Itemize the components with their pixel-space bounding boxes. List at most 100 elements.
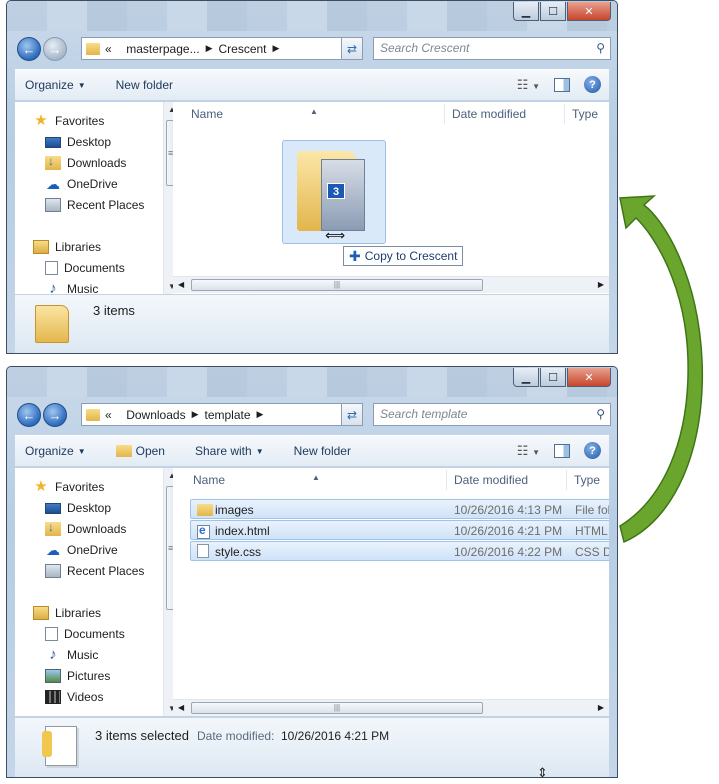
sort-ascending-icon: ▲: [312, 473, 320, 482]
preview-pane-icon[interactable]: [554, 77, 570, 92]
nav-label: OneDrive: [67, 543, 118, 557]
search-icon[interactable]: ⚲: [596, 404, 605, 425]
address-segment[interactable]: Crescent: [219, 42, 267, 56]
scroll-thumb[interactable]: |||: [191, 279, 483, 291]
share-with-button[interactable]: Share with ▼: [195, 444, 264, 458]
maximize-button[interactable]: ☐: [540, 2, 566, 21]
new-folder-button[interactable]: New folder: [294, 444, 351, 458]
forward-button[interactable]: →: [43, 37, 67, 61]
file-row[interactable]: style.css 10/26/2016 4:22 PM CSS Do: [190, 541, 609, 561]
address-segment[interactable]: Downloads: [126, 408, 185, 422]
nav-recent-places[interactable]: Recent Places: [45, 195, 144, 215]
refresh-button[interactable]: ⇄: [341, 37, 363, 60]
minimize-button[interactable]: ▁: [513, 2, 539, 21]
column-type[interactable]: Type: [574, 473, 600, 487]
nav-scrollbar[interactable]: ▲ ▼: [163, 102, 173, 294]
sort-ascending-icon: ▲: [310, 107, 318, 116]
help-icon[interactable]: ?: [584, 76, 601, 93]
search-icon[interactable]: ⚲: [596, 38, 605, 59]
file-row[interactable]: images 10/26/2016 4:13 PM File fold: [190, 499, 609, 519]
scroll-thumb[interactable]: [166, 486, 173, 610]
column-divider[interactable]: [566, 470, 567, 490]
music-icon: ♪: [49, 646, 57, 663]
close-button[interactable]: ✕: [567, 2, 611, 21]
navigation-bar: ← → « Downloads ▶ template ▶ ▼ ⇄ Search …: [15, 401, 611, 429]
open-button[interactable]: Open: [115, 444, 165, 458]
nav-videos[interactable]: Videos: [45, 687, 103, 707]
nav-music[interactable]: ♪ Music: [45, 645, 98, 665]
nav-recent-places[interactable]: Recent Places: [45, 561, 144, 581]
nav-onedrive[interactable]: ☁ OneDrive: [45, 540, 118, 560]
refresh-button[interactable]: ⇄: [341, 403, 363, 426]
nav-downloads[interactable]: Downloads: [45, 153, 126, 173]
curved-arrow-annotation: [619, 195, 704, 544]
nav-favorites[interactable]: ★ Favorites: [33, 111, 104, 131]
nav-label: Downloads: [67, 522, 127, 536]
scroll-thumb[interactable]: [166, 120, 173, 186]
column-name[interactable]: Name: [193, 473, 225, 487]
nav-label: Desktop: [67, 135, 112, 149]
address-bar[interactable]: « masterpage... ▶ Crescent ▶ ▼: [81, 37, 363, 60]
nav-desktop[interactable]: Desktop: [45, 498, 111, 518]
change-view-icon[interactable]: ☷ ▼: [517, 77, 540, 93]
nav-desktop[interactable]: Desktop: [45, 132, 111, 152]
drag-preview: 3 ⟺: [282, 140, 386, 244]
window-caption-buttons: ▁ ☐ ✕: [513, 368, 611, 387]
back-button[interactable]: ←: [17, 403, 41, 427]
maximize-button[interactable]: ☐: [540, 368, 566, 387]
horizontal-scrollbar[interactable]: ◀ ||| ▶: [173, 699, 609, 716]
scroll-right-icon[interactable]: ▶: [598, 280, 604, 289]
search-input[interactable]: Search Crescent ⚲: [373, 37, 611, 60]
nav-favorites[interactable]: ★ Favorites: [33, 477, 104, 497]
scroll-left-icon[interactable]: ◀: [178, 280, 184, 289]
cloud-icon: ☁: [46, 176, 60, 192]
address-bar[interactable]: « Downloads ▶ template ▶ ▼: [81, 403, 363, 426]
nav-libraries[interactable]: Libraries: [33, 603, 101, 623]
nav-downloads[interactable]: Downloads: [45, 519, 126, 539]
scroll-right-icon[interactable]: ▶: [598, 703, 604, 712]
css-file-icon: [197, 544, 209, 558]
horizontal-scrollbar[interactable]: ◀ ||| ▶: [173, 276, 609, 293]
new-folder-label: New folder: [115, 78, 173, 92]
search-input[interactable]: Search template ⚲: [373, 403, 611, 426]
nav-libraries[interactable]: Libraries: [33, 237, 101, 257]
nav-music[interactable]: ♪ Music: [45, 279, 98, 294]
column-divider[interactable]: [446, 470, 447, 490]
help-icon[interactable]: ?: [584, 442, 601, 459]
preview-pane-icon[interactable]: [554, 443, 570, 458]
address-overflow[interactable]: «: [105, 42, 112, 56]
chevron-right-icon: ▶: [191, 409, 199, 419]
selection-count: 3 items selected: [95, 728, 189, 743]
details-pane: 3 items selected Date modified: 10/26/20…: [15, 717, 609, 777]
column-divider[interactable]: [444, 104, 445, 124]
address-segment[interactable]: masterpage...: [126, 42, 199, 56]
address-overflow[interactable]: «: [105, 408, 112, 422]
column-type[interactable]: Type: [572, 107, 598, 121]
organize-label: Organize: [25, 444, 74, 458]
nav-label: Music: [67, 648, 99, 662]
file-row[interactable]: index.html 10/26/2016 4:21 PM HTML: [190, 520, 609, 540]
address-segment[interactable]: template: [205, 408, 251, 422]
nav-documents[interactable]: Documents: [45, 258, 125, 278]
column-divider[interactable]: [564, 104, 565, 124]
share-with-label: Share with: [194, 444, 252, 458]
nav-onedrive[interactable]: ☁ OneDrive: [45, 174, 118, 194]
column-date-modified[interactable]: Date modified: [452, 107, 526, 121]
new-folder-button[interactable]: New folder: [116, 78, 173, 92]
forward-button[interactable]: →: [43, 403, 67, 427]
back-button[interactable]: ←: [17, 37, 41, 61]
column-date-modified[interactable]: Date modified: [454, 473, 528, 487]
organize-button[interactable]: Organize ▼: [25, 78, 86, 92]
scroll-thumb[interactable]: |||: [191, 702, 483, 714]
scroll-left-icon[interactable]: ◀: [178, 703, 184, 712]
change-view-icon[interactable]: ☷ ▼: [517, 443, 540, 459]
nav-scrollbar[interactable]: ▲ ▼: [163, 468, 173, 716]
close-button[interactable]: ✕: [567, 368, 611, 387]
organize-button[interactable]: Organize ▼: [25, 444, 86, 458]
nav-documents[interactable]: Documents: [45, 624, 125, 644]
file-name: style.css: [215, 545, 262, 559]
column-name[interactable]: Name: [191, 107, 223, 121]
file-list[interactable]: ▲ Name Date modified Type images 10/26/2…: [173, 468, 609, 716]
nav-pictures[interactable]: Pictures: [45, 666, 110, 686]
minimize-button[interactable]: ▁: [513, 368, 539, 387]
